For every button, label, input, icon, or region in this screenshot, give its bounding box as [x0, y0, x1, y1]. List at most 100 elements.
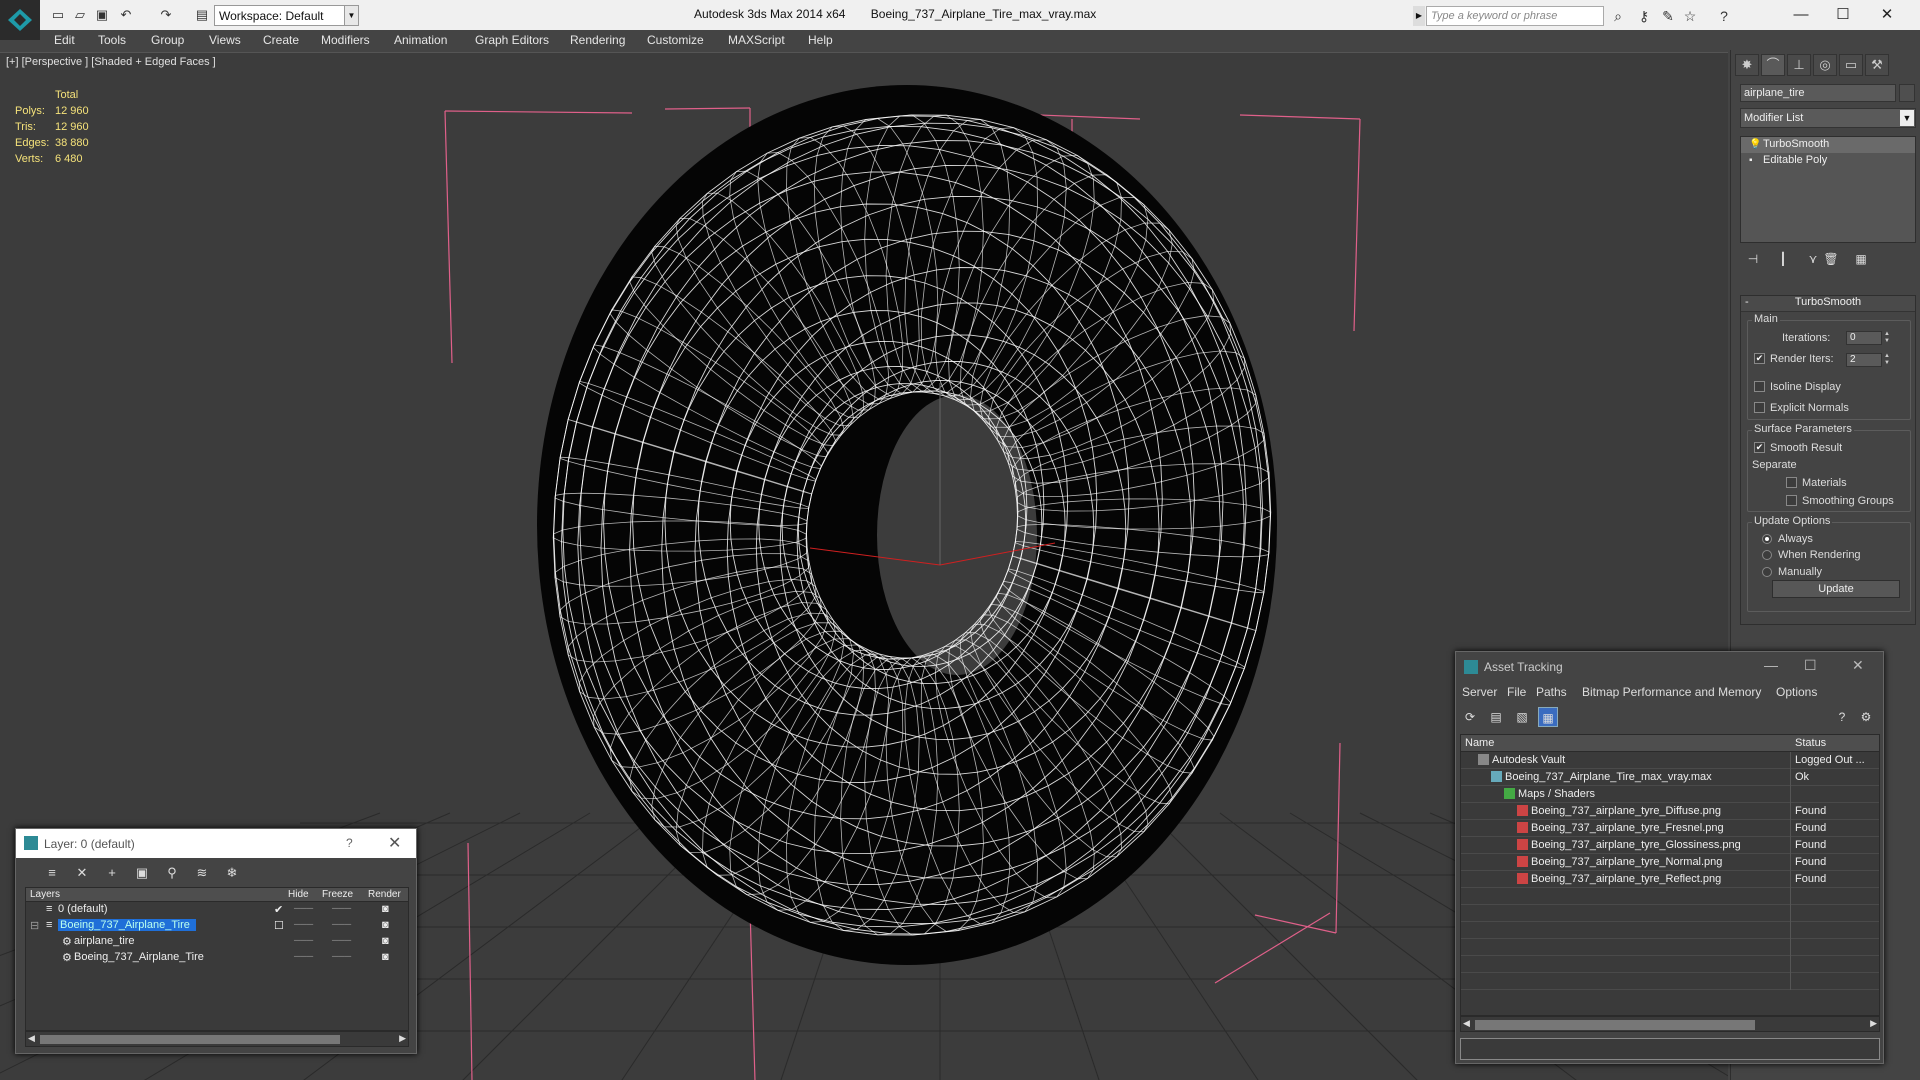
menu-options[interactable]: Options [1776, 685, 1817, 699]
dialog-title-bar[interactable]: Layer: 0 (default) ? ✕ [16, 829, 416, 858]
chevron-down-icon[interactable]: ▼ [344, 5, 359, 26]
minimize-button[interactable]: — [1786, 3, 1816, 27]
asset-name[interactable]: Boeing_737_airplane_tyre_Reflect.png [1517, 873, 1721, 885]
render-teapot-icon[interactable]: ◙ [382, 919, 389, 931]
horizontal-scrollbar[interactable]: ◀ ▶ [25, 1031, 409, 1047]
menu-modifiers[interactable]: Modifiers [321, 33, 370, 47]
table-row[interactable]: Boeing_737_airplane_tyre_Diffuse.png Foun… [1461, 803, 1879, 820]
freeze-toggle[interactable]: ─── [332, 919, 351, 929]
materials-checkbox[interactable] [1786, 477, 1797, 488]
freeze-toggle[interactable]: ─── [332, 903, 351, 913]
pin-stack-icon[interactable]: ⊣ [1744, 250, 1762, 268]
table-row[interactable] [1461, 973, 1879, 990]
table-row[interactable]: Maps / Shaders [1461, 786, 1879, 803]
layer-name[interactable]: 0 (default) [58, 903, 108, 915]
make-unique-icon[interactable]: ⋎ [1804, 250, 1822, 268]
table-row[interactable] [1461, 922, 1879, 939]
isoline-display-checkbox[interactable] [1754, 381, 1765, 392]
dialog-title-bar[interactable]: Asset Tracking — ☐ ✕ [1456, 652, 1883, 682]
current-layer-box-icon[interactable]: ☐ [274, 919, 284, 932]
render-teapot-icon[interactable]: ◙ [382, 951, 389, 963]
freeze-toggle[interactable]: ─── [332, 951, 351, 961]
always-radio[interactable] [1762, 534, 1772, 544]
layer-row[interactable]: ⚙ Boeing_737_Airplane_Tire ─── ─── ◙ [26, 950, 408, 966]
column-status[interactable]: Status [1795, 737, 1826, 749]
table-row[interactable]: Boeing_737_Airplane_Tire_max_vray.max Ok [1461, 769, 1879, 786]
lightbulb-icon[interactable]: 💡 [1749, 139, 1761, 150]
scroll-right-icon[interactable]: ▶ [399, 1033, 406, 1044]
hide-toggle[interactable]: ─── [294, 951, 313, 961]
menu-tools[interactable]: Tools [98, 33, 126, 47]
menu-group[interactable]: Group [151, 33, 184, 47]
motion-tab-icon[interactable]: ◎ [1813, 54, 1837, 76]
column-freeze[interactable]: Freeze [322, 889, 353, 900]
smooth-result-checkbox[interactable]: ✔ [1754, 442, 1765, 453]
current-layer-check-icon[interactable]: ✔ [274, 903, 283, 916]
smoothing-groups-checkbox[interactable] [1786, 495, 1797, 506]
help-icon[interactable]: ? [1716, 8, 1732, 24]
settings-icon[interactable]: ⚙ [1856, 707, 1876, 727]
expand-icon[interactable]: ▪ [1749, 155, 1753, 166]
utilities-tab-icon[interactable]: ⚒ [1865, 54, 1889, 76]
scrollbar-thumb[interactable] [1475, 1020, 1755, 1030]
horizontal-scrollbar[interactable]: ◀ ▶ [1460, 1016, 1880, 1032]
update-button[interactable]: Update [1772, 580, 1900, 598]
hide-all-layers-icon[interactable]: ≋ [192, 863, 212, 883]
hide-toggle[interactable]: ─── [294, 919, 313, 929]
maximize-button[interactable]: ☐ [1804, 657, 1817, 674]
table-row[interactable]: Boeing_737_airplane_tyre_Normal.png Found [1461, 854, 1879, 871]
help-button[interactable]: ? [346, 836, 353, 850]
create-tab-icon[interactable]: ✸ [1735, 54, 1759, 76]
column-render[interactable]: Render [368, 889, 401, 900]
workspace-dropdown[interactable]: Workspace: Default [214, 5, 359, 26]
thumbnail-view-icon[interactable]: ▧ [1512, 707, 1532, 727]
menu-rendering[interactable]: Rendering [570, 33, 625, 47]
search-input[interactable]: Type a keyword or phrase [1426, 6, 1604, 26]
table-row[interactable] [1461, 905, 1879, 922]
table-row[interactable] [1461, 956, 1879, 973]
expand-search-icon[interactable]: ▶ [1413, 6, 1425, 26]
layer-row[interactable]: ≡ 0 (default) ✔ ─── ─── ◙ [26, 902, 408, 918]
help-icon[interactable]: ? [1832, 707, 1852, 727]
remove-modifier-icon[interactable]: 🗑 [1822, 250, 1840, 268]
close-button[interactable]: ✕ [1872, 3, 1902, 27]
menu-paths[interactable]: Paths [1536, 685, 1567, 699]
configure-sets-icon[interactable]: ▦ [1852, 250, 1870, 268]
spinner-arrows-icon[interactable]: ▲ ▼ [1884, 353, 1892, 367]
hide-toggle[interactable]: ─── [294, 903, 313, 913]
menu-file[interactable]: File [1507, 685, 1526, 699]
freeze-all-layers-icon[interactable]: ❄ [222, 863, 242, 883]
layer-name[interactable]: Boeing_737_Airplane_Tire [58, 919, 196, 931]
collapse-icon[interactable]: - [1745, 296, 1749, 308]
render-teapot-icon[interactable]: ◙ [382, 935, 389, 947]
create-layer-icon[interactable]: ≡ [42, 863, 62, 883]
table-row[interactable]: Boeing_737_airplane_tyre_Glossiness.png F… [1461, 837, 1879, 854]
binoculars-icon[interactable]: ⌕ [1610, 8, 1626, 24]
layer-object-name[interactable]: Boeing_737_Airplane_Tire [74, 951, 204, 963]
scrollbar-thumb[interactable] [40, 1035, 340, 1044]
close-icon[interactable]: ✕ [388, 833, 401, 853]
table-view-icon[interactable]: ▦ [1538, 707, 1558, 727]
app-menu-button[interactable] [0, 0, 40, 40]
scroll-left-icon[interactable]: ◀ [28, 1033, 35, 1044]
column-hide[interactable]: Hide [288, 889, 309, 900]
undo-icon[interactable]: ↶ [118, 7, 134, 23]
menu-views[interactable]: Views [209, 33, 241, 47]
modifier-list-dropdown[interactable]: Modifier List ▼ [1740, 108, 1916, 128]
rollout-header[interactable]: - TurboSmooth [1741, 296, 1915, 312]
column-name[interactable]: Name [1465, 737, 1494, 749]
stack-item-turbosmooth[interactable]: 💡 TurboSmooth [1741, 137, 1915, 153]
asset-name[interactable]: Boeing_737_Airplane_Tire_max_vray.max [1491, 771, 1712, 783]
layer-row[interactable]: ⊟ ≡ Boeing_737_Airplane_Tire ☐ ─── ─── ◙ [26, 918, 408, 934]
explicit-normals-checkbox[interactable] [1754, 402, 1765, 413]
menu-bitmap-performance[interactable]: Bitmap Performance and Memory [1582, 685, 1761, 699]
list-view-icon[interactable]: ▤ [1486, 707, 1506, 727]
scroll-right-icon[interactable]: ▶ [1870, 1018, 1877, 1029]
spinner-arrows-icon[interactable]: ▲ ▼ [1884, 331, 1892, 345]
render-teapot-icon[interactable]: ◙ [382, 903, 389, 915]
asset-name[interactable]: Boeing_737_airplane_tyre_Normal.png [1517, 856, 1722, 868]
object-name-field[interactable]: airplane_tire [1740, 84, 1896, 102]
menu-help[interactable]: Help [808, 33, 833, 47]
communication-icon[interactable]: ✎ [1660, 8, 1676, 24]
open-file-icon[interactable]: ▱ [72, 7, 88, 23]
